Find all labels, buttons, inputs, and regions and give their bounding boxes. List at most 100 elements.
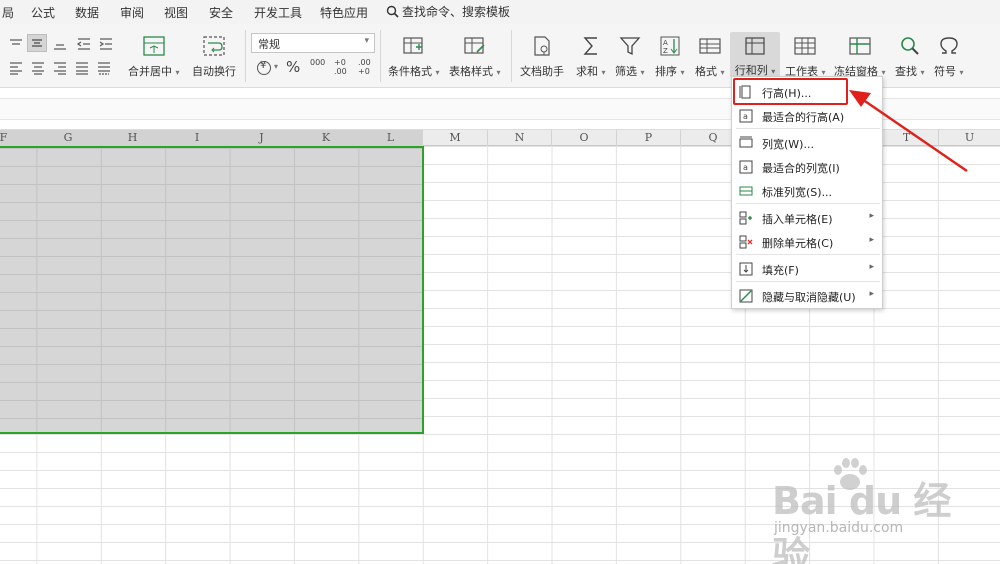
selected-cell-range[interactable] <box>0 146 424 434</box>
table-style-label: 表格样式 <box>449 65 493 78</box>
table-style-icon <box>463 34 487 58</box>
menu-item-delete-cell[interactable]: 删除单元格(C) ▸ <box>732 231 882 253</box>
column-header-i[interactable]: I <box>165 130 230 146</box>
menu-item-label: 最适合的列宽(I) <box>762 162 840 175</box>
freeze-panes-button[interactable]: 冻结窗格 ▾ <box>834 34 886 79</box>
menu-item-label: 最适合的行高(A) <box>762 111 845 124</box>
currency-dropdown-icon[interactable]: ▾ <box>274 62 278 71</box>
symbol-dropdown-icon: ▾ <box>959 68 964 77</box>
conditional-format-icon <box>402 34 426 58</box>
decrease-decimal-button[interactable]: .00 +0 <box>358 58 374 76</box>
align-top-icon[interactable] <box>8 37 24 51</box>
column-header-j[interactable]: J <box>230 130 294 146</box>
submenu-arrow-icon: ▸ <box>869 235 874 245</box>
column-header-l[interactable]: L <box>359 130 423 146</box>
menu-item-insert-cell[interactable]: 插入单元格(E) ▸ <box>732 207 882 229</box>
menu-item-layout[interactable]: 局 <box>2 4 14 21</box>
distributed-align-icon[interactable] <box>96 61 112 75</box>
menu-item-standard-width[interactable]: 标准列宽(S)... <box>732 180 882 202</box>
merge-center-label: 合并居中 <box>128 65 172 78</box>
menu-item-review[interactable]: 审阅 <box>120 4 144 21</box>
filter-dropdown-icon: ▾ <box>640 68 645 77</box>
worksheet-button[interactable]: 工作表 ▾ <box>785 34 826 79</box>
worksheet-icon <box>793 34 817 58</box>
column-header-k[interactable]: K <box>294 130 359 146</box>
number-format-select[interactable]: 常规 ▾ <box>251 33 375 53</box>
menu-item-hide-unhide[interactable]: 隐藏与取消隐藏(U) ▸ <box>732 285 882 307</box>
sort-az-icon: AZ <box>658 34 682 58</box>
watermark-logo-text: Bai du 经验 <box>772 479 951 564</box>
menu-item-label: 填充(F) <box>762 264 799 277</box>
increase-decimal-button[interactable]: +0 .00 <box>334 58 350 76</box>
align-bottom-icon[interactable] <box>52 37 68 51</box>
number-format-value: 常规 <box>258 38 280 51</box>
thousands-separator-button[interactable]: 000 <box>310 58 325 67</box>
find-label: 查找 <box>895 65 917 78</box>
percent-button[interactable]: % <box>286 58 300 76</box>
sort-button[interactable]: AZ 排序 ▾ <box>655 34 685 79</box>
filter-label: 筛选 <box>615 65 637 78</box>
column-header-o[interactable]: O <box>552 130 617 146</box>
merge-center-dropdown-icon: ▾ <box>175 68 180 77</box>
sort-dropdown-icon: ▾ <box>680 68 685 77</box>
column-header-f[interactable]: F <box>0 130 36 146</box>
submenu-arrow-icon: ▸ <box>869 211 874 221</box>
indent-decrease-icon[interactable] <box>76 37 92 51</box>
merge-center-button[interactable]: 合并居中 ▾ <box>128 34 180 79</box>
merge-center-icon <box>142 34 166 58</box>
baidu-jingyan-watermark: Bai du 经验 jingyan.baidu.com <box>772 458 972 564</box>
menu-item-special-apps[interactable]: 特色应用 <box>320 4 368 21</box>
auto-wrap-button[interactable]: 自动换行 <box>192 34 236 79</box>
table-style-dropdown-icon: ▾ <box>496 68 501 77</box>
conditional-format-dropdown-icon: ▾ <box>435 68 440 77</box>
format-label: 格式 <box>695 65 717 78</box>
command-search[interactable]: 查找命令、搜索模板 <box>386 3 510 20</box>
align-middle-icon <box>32 39 42 47</box>
menu-item-label: 标准列宽(S)... <box>762 186 833 199</box>
column-header-g[interactable]: G <box>36 130 101 146</box>
currency-button[interactable]: ¥ <box>256 60 272 80</box>
menu-item-label: 插入单元格(E) <box>762 213 833 226</box>
sigma-icon <box>579 34 603 58</box>
align-middle-button[interactable] <box>27 34 47 52</box>
menu-divider <box>736 281 880 282</box>
column-header-h[interactable]: H <box>101 130 165 146</box>
menu-item-formulas[interactable]: 公式 <box>31 4 55 21</box>
menu-bar: 局 公式 数据 审阅 视图 安全 开发工具 特色应用 查找命令、搜索模板 <box>0 0 1000 24</box>
menu-item-data[interactable]: 数据 <box>75 4 99 21</box>
annotation-arrow-icon <box>849 90 968 172</box>
menu-item-fill[interactable]: 填充(F) ▸ <box>732 258 882 280</box>
ribbon-separator <box>511 30 512 82</box>
standard-width-icon <box>739 186 753 196</box>
autofit-column-icon: a <box>739 160 753 174</box>
row-col-button[interactable]: 行和列 ▾ <box>730 32 780 78</box>
menu-item-security[interactable]: 安全 <box>209 4 233 21</box>
symbol-button[interactable]: 符号 ▾ <box>934 34 964 79</box>
row-col-dropdown-icon: ▾ <box>771 67 776 76</box>
column-header-m[interactable]: M <box>423 130 488 146</box>
menu-item-view[interactable]: 视图 <box>164 4 188 21</box>
filter-button[interactable]: 筛选 ▾ <box>615 34 645 79</box>
insert-cell-icon <box>739 211 752 225</box>
conditional-format-label: 条件格式 <box>388 65 432 78</box>
format-icon <box>698 34 722 58</box>
menu-divider <box>736 254 880 255</box>
justify-icon[interactable] <box>74 61 90 75</box>
menu-item-developer-tools[interactable]: 开发工具 <box>254 4 302 21</box>
column-header-n[interactable]: N <box>488 130 552 146</box>
column-header-p[interactable]: P <box>617 130 681 146</box>
submenu-arrow-icon: ▸ <box>869 289 874 299</box>
align-left-icon[interactable] <box>8 61 24 75</box>
doc-helper-button[interactable]: 文档助手 <box>520 34 564 79</box>
sum-button[interactable]: 求和 ▾ <box>576 34 606 79</box>
doc-helper-label: 文档助手 <box>520 65 564 78</box>
table-style-button[interactable]: 表格样式 ▾ <box>449 34 501 79</box>
align-center-icon[interactable] <box>30 61 46 75</box>
command-search-label: 查找命令、搜索模板 <box>402 5 511 19</box>
indent-increase-icon[interactable] <box>98 37 114 51</box>
align-right-icon[interactable] <box>52 61 68 75</box>
svg-text:A: A <box>663 39 668 47</box>
format-button[interactable]: 格式 ▾ <box>695 34 725 79</box>
conditional-format-button[interactable]: 条件格式 ▾ <box>388 34 440 79</box>
find-button[interactable]: 查找 ▾ <box>895 34 925 79</box>
